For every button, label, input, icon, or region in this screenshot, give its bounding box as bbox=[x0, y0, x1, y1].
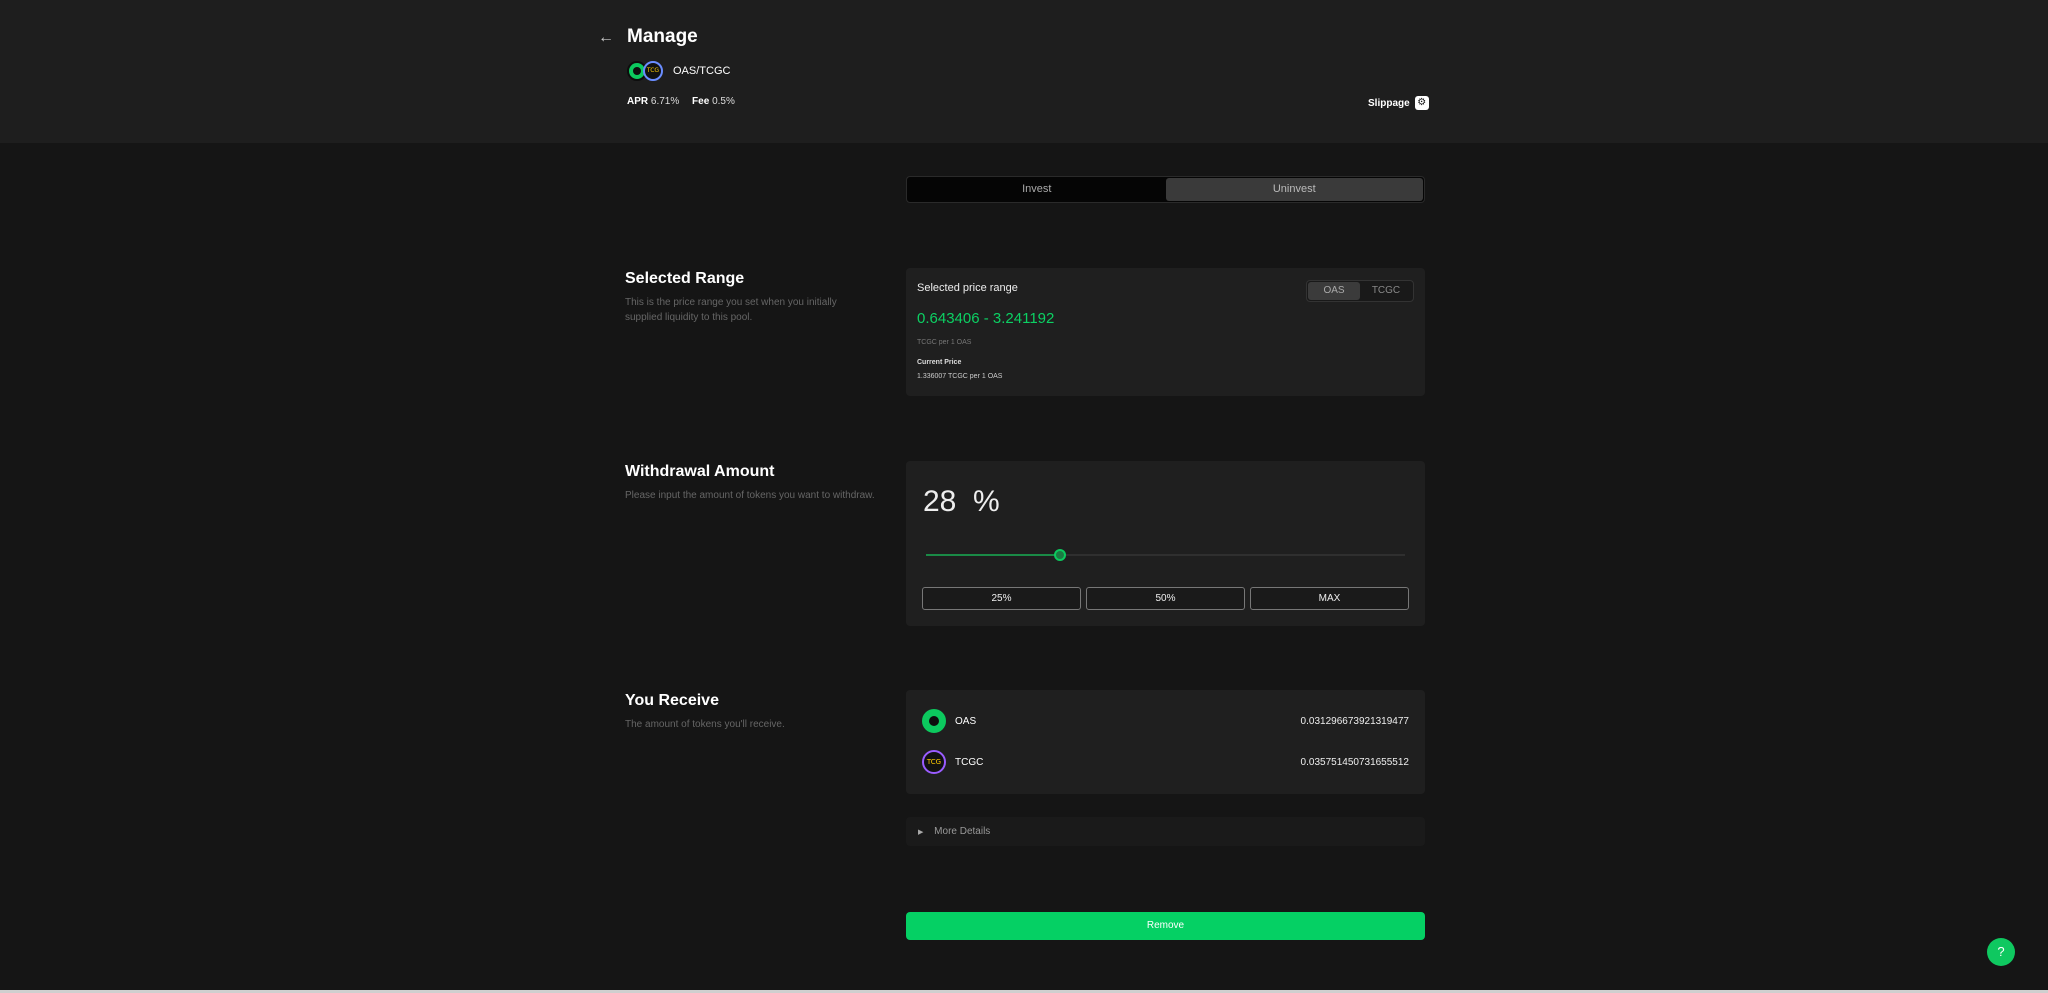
list-item: TCG TCGC 0.035751450731655512 bbox=[922, 749, 1409, 775]
toggle-tcgc[interactable]: TCGC bbox=[1360, 282, 1412, 300]
toggle-oas[interactable]: OAS bbox=[1308, 282, 1360, 300]
withdrawal-title: Withdrawal Amount bbox=[625, 463, 775, 480]
quick-percent-buttons: 25% 50% MAX bbox=[922, 587, 1409, 610]
more-details-toggle[interactable]: ▶ More Details bbox=[906, 817, 1425, 846]
token-symbol: OAS bbox=[955, 715, 977, 727]
oas-token-icon bbox=[922, 709, 946, 733]
page-header: ← Manage TCG OAS/TCGC APR 6.71% Fee 0.5%… bbox=[0, 0, 2048, 143]
quick-50-button[interactable]: 50% bbox=[1086, 587, 1245, 610]
tcgc-token-icon: TCG bbox=[643, 61, 663, 81]
selected-range-card: Selected price range OAS TCGC 0.643406 -… bbox=[906, 268, 1425, 396]
receive-title: You Receive bbox=[625, 692, 719, 709]
price-range-value: 0.643406 - 3.241192 bbox=[917, 310, 1055, 327]
remove-button[interactable]: Remove bbox=[906, 912, 1425, 940]
token-toggle: OAS TCGC bbox=[1306, 280, 1414, 302]
receive-card: OAS 0.031296673921319477 TCG TCGC 0.0357… bbox=[906, 690, 1425, 794]
withdrawal-percent[interactable]: 28 % bbox=[923, 485, 1000, 519]
selected-range-title: Selected Range bbox=[625, 270, 745, 287]
apr-label: APR bbox=[627, 96, 649, 107]
current-price-value: 1.336007 TCGC per 1 OAS bbox=[917, 373, 1003, 380]
slippage-button[interactable]: Slippage ⚙ bbox=[1368, 96, 1429, 110]
range-card-label: Selected price range bbox=[917, 282, 1018, 294]
price-range-unit: TCGC per 1 OAS bbox=[917, 339, 972, 346]
pool-pair: TCG OAS/TCGC bbox=[627, 60, 730, 82]
pool-stats: APR 6.71% Fee 0.5% bbox=[627, 96, 745, 107]
fee-label: Fee bbox=[692, 96, 710, 107]
tab-invest[interactable]: Invest bbox=[908, 178, 1166, 201]
help-icon[interactable]: ? bbox=[1987, 938, 2015, 966]
slider-fill bbox=[926, 554, 1061, 556]
invest-tabs: Invest Uninvest bbox=[906, 176, 1425, 203]
selected-range-description: This is the price range you set when you… bbox=[625, 297, 837, 323]
token-amount: 0.031296673921319477 bbox=[1300, 715, 1409, 727]
more-details-label: More Details bbox=[934, 826, 991, 837]
slippage-label: Slippage bbox=[1368, 97, 1410, 109]
page-title: Manage bbox=[627, 26, 698, 47]
tcgc-token-icon: TCG bbox=[922, 750, 946, 774]
quick-25-button[interactable]: 25% bbox=[922, 587, 1081, 610]
slider-thumb[interactable] bbox=[1054, 549, 1067, 561]
pair-name: OAS/TCGC bbox=[673, 65, 731, 77]
list-item: OAS 0.031296673921319477 bbox=[922, 708, 1409, 734]
tab-uninvest[interactable]: Uninvest bbox=[1165, 178, 1423, 201]
quick-max-button[interactable]: MAX bbox=[1250, 587, 1409, 610]
apr-value: 6.71% bbox=[650, 96, 680, 107]
receive-description: The amount of tokens you'll receive. bbox=[625, 719, 785, 730]
fee-value: 0.5% bbox=[712, 96, 735, 107]
token-amount: 0.035751450731655512 bbox=[1300, 756, 1409, 768]
caret-right-icon: ▶ bbox=[918, 829, 924, 836]
withdrawal-card: 28 % 25% 50% MAX bbox=[906, 461, 1425, 626]
gear-icon: ⚙ bbox=[1414, 96, 1429, 110]
current-price-label: Current Price bbox=[917, 359, 962, 366]
withdrawal-description: Please input the amount of tokens you wa… bbox=[625, 490, 875, 501]
back-arrow-icon[interactable]: ← bbox=[598, 28, 614, 48]
withdrawal-slider[interactable] bbox=[926, 549, 1405, 561]
token-symbol: TCGC bbox=[955, 756, 984, 768]
